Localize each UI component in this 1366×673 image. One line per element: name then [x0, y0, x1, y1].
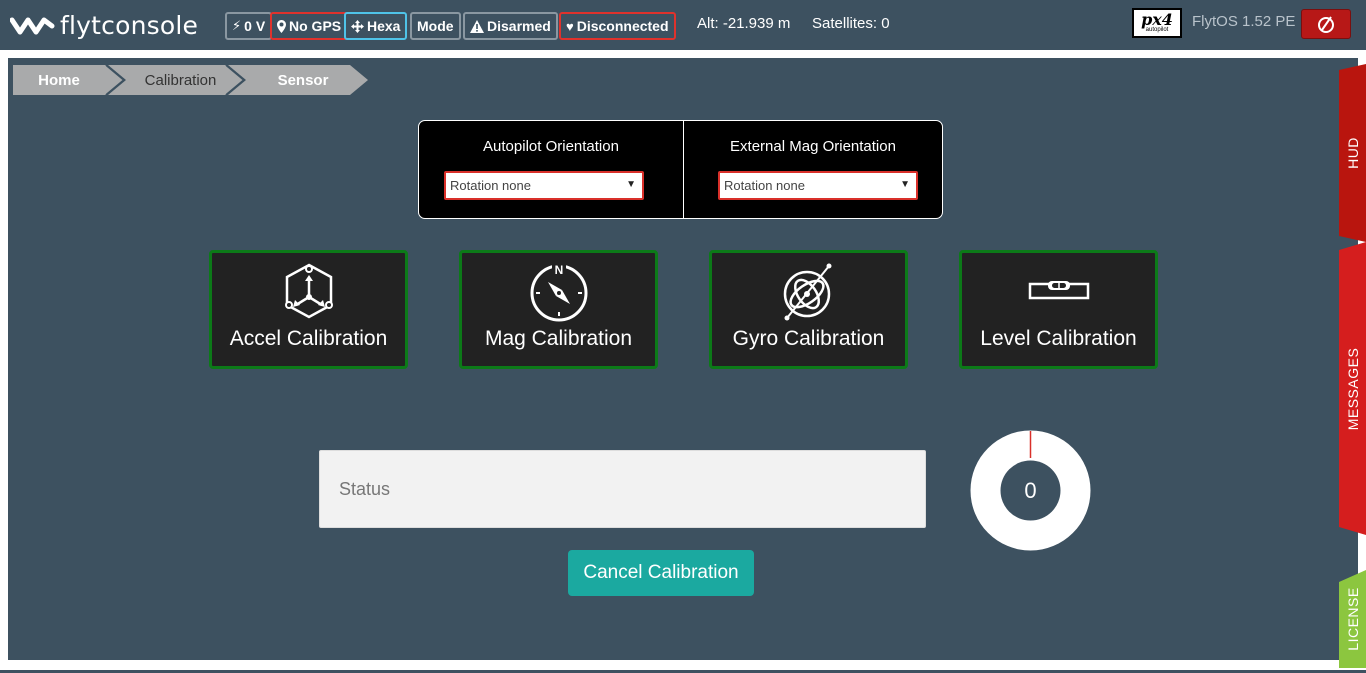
accelerometer-icon: [212, 259, 405, 323]
brand-name: flytconsole: [60, 10, 199, 40]
flytconsole-logo[interactable]: flytconsole: [10, 10, 198, 40]
connection-status: Disconnected: [576, 18, 669, 34]
level-calibration-button[interactable]: Level Calibration: [959, 250, 1158, 369]
autopilot-orientation-label: Autopilot Orientation: [483, 138, 619, 155]
frame-badge[interactable]: Hexa: [344, 12, 408, 40]
breadcrumb-separator: [106, 65, 126, 95]
autopilot-orientation-group: Autopilot Orientation Rotation none ▼: [419, 121, 684, 218]
arm-state-badge[interactable]: Disarmed: [463, 12, 558, 40]
gyroscope-icon: [712, 259, 905, 323]
calibration-status-field: Status: [319, 450, 926, 528]
side-tab-hud[interactable]: HUD: [1339, 64, 1366, 242]
accel-calibration-label: Accel Calibration: [229, 327, 388, 350]
mag-calibration-label: Mag Calibration: [484, 327, 633, 350]
os-version: FlytOS 1.52 PE: [1192, 13, 1296, 30]
gps-status: No GPS: [289, 18, 342, 34]
calibration-progress-donut: 0: [970, 430, 1091, 551]
dropdown-caret-icon: ▼: [626, 179, 636, 190]
breadcrumb-calibration[interactable]: Calibration: [108, 65, 243, 95]
level-icon: [962, 259, 1155, 323]
gyro-calibration-label: Gyro Calibration: [732, 327, 885, 350]
flight-mode: Mode: [417, 18, 454, 34]
mode-badge[interactable]: Mode: [410, 12, 461, 40]
connection-badge[interactable]: ♥ Disconnected: [559, 12, 676, 40]
compass-icon: N: [462, 259, 655, 323]
external-mag-orientation-label: External Mag Orientation: [730, 138, 896, 155]
battery-voltage: 0 V: [244, 18, 266, 34]
side-tab-messages[interactable]: MESSAGES: [1339, 242, 1366, 535]
move-arrows-icon: [351, 19, 364, 33]
orientation-panel: Autopilot Orientation Rotation none ▼ Ex…: [418, 120, 943, 219]
external-mag-orientation-select[interactable]: Rotation none ▼: [718, 171, 918, 200]
calibration-panel: Home Calibration Sensor Autopilot Orient…: [8, 58, 1358, 660]
status-text: Status: [339, 478, 391, 499]
breadcrumb-separator: [226, 65, 246, 95]
power-button[interactable]: [1301, 9, 1351, 39]
dropdown-caret-icon: ▼: [900, 179, 910, 190]
satellites-readout: Satellites: 0: [812, 15, 890, 32]
gps-badge[interactable]: No GPS: [270, 12, 349, 40]
heart-icon: ♥: [566, 18, 574, 34]
accel-calibration-button[interactable]: Accel Calibration: [209, 250, 408, 369]
external-mag-orientation-group: External Mag Orientation Rotation none ▼: [684, 121, 942, 218]
top-navbar: flytconsole ⚡ 0 V No GPS Hexa Mode Disar…: [0, 0, 1366, 50]
wave-logo-icon: [10, 17, 55, 35]
side-tab-license[interactable]: LICENSE: [1339, 570, 1366, 668]
gyro-calibration-button[interactable]: Gyro Calibration: [709, 250, 908, 369]
arm-state: Disarmed: [487, 18, 551, 34]
progress-value: 0: [1024, 478, 1036, 503]
bolt-icon: ⚡: [232, 18, 242, 33]
frame-type: Hexa: [367, 18, 401, 34]
map-pin-icon: [277, 19, 286, 33]
autopilot-orientation-select[interactable]: Rotation none ▼: [444, 171, 644, 200]
breadcrumb-sensor[interactable]: Sensor: [228, 65, 368, 95]
warning-icon: [470, 19, 484, 33]
mag-calibration-button[interactable]: N Mag Calibration: [459, 250, 658, 369]
power-icon: [1318, 16, 1334, 33]
svg-text:N: N: [554, 263, 563, 277]
level-calibration-label: Level Calibration: [980, 327, 1137, 350]
px4-autopilot-logo: px4 autopilot: [1132, 8, 1182, 38]
altitude-readout: Alt: -21.939 m: [697, 15, 791, 32]
battery-badge[interactable]: ⚡ 0 V: [225, 12, 273, 40]
cancel-calibration-button[interactable]: Cancel Calibration: [568, 550, 754, 596]
